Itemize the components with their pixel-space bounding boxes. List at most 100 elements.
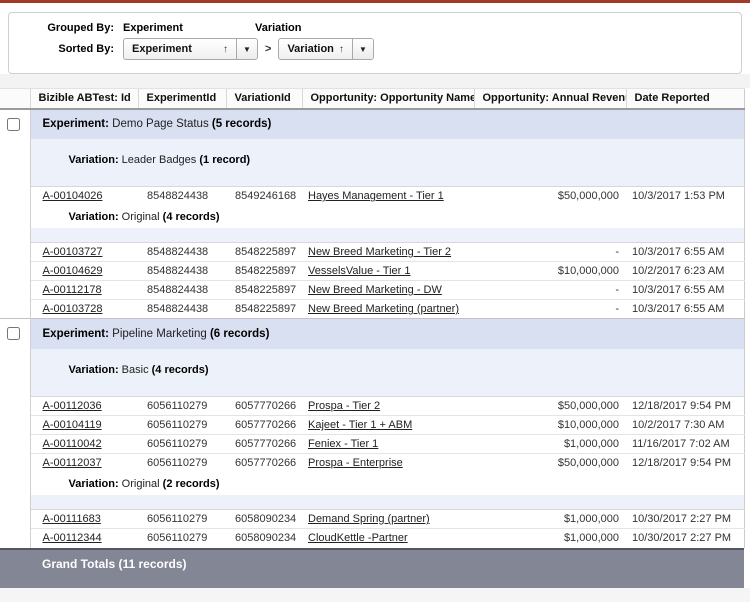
annual-revenue-cell: $1,000,000 (474, 510, 626, 529)
abtest-id-link[interactable]: A-00112344 (43, 532, 102, 544)
abtest-id-link[interactable]: A-00103727 (43, 246, 103, 258)
opportunity-name-link[interactable]: New Breed Marketing (partner) (308, 303, 459, 315)
opportunity-name-link[interactable]: Feniex - Tier 1 (308, 438, 378, 450)
record-row: A-0011004260561102796057770266Feniex - T… (0, 435, 744, 454)
group-record-count: (2 records) (163, 478, 220, 490)
opportunity-name-link[interactable]: CloudKettle -Partner (308, 532, 408, 544)
group-label-name: Basic (119, 364, 152, 376)
column-header-abtest-id[interactable]: Bizible ABTest: Id (30, 89, 138, 109)
abtest-id-link[interactable]: A-00112178 (43, 284, 102, 296)
record-row: A-0010372785488244388548225897New Breed … (0, 243, 744, 262)
sort-dropdown-variation-button[interactable]: Variation ↑ (279, 39, 351, 59)
opportunity-name-link[interactable]: New Breed Marketing - DW (308, 284, 442, 296)
date-reported-cell: 12/18/2017 9:54 PM (626, 454, 744, 473)
column-header-experiment-id[interactable]: ExperimentId (138, 89, 226, 109)
group-record-count: (5 records) (212, 118, 271, 130)
opportunity-name-link[interactable]: Kajeet - Tier 1 + ABM (308, 419, 412, 431)
record-row: A-0010372885488244388548225897New Breed … (0, 300, 744, 319)
opportunity-name-cell: Feniex - Tier 1 (302, 435, 474, 454)
checkbox-column-cell (0, 139, 30, 149)
sort-ascending-icon: ↑ (223, 44, 228, 55)
spacer-fill (30, 349, 744, 359)
group-spacer-row (0, 349, 744, 359)
grouped-by-field-2: Variation (255, 22, 301, 34)
opportunity-name-link[interactable]: Demand Spring (partner) (308, 513, 430, 525)
abtest-id-link[interactable]: A-00111683 (43, 513, 101, 525)
report-table: Bizible ABTest: Id ExperimentId Variatio… (0, 88, 745, 548)
checkbox-column-cell (0, 454, 30, 473)
variation-group-label: Variation: Original (4 records) (30, 206, 744, 228)
checkbox-column-cell (0, 349, 30, 359)
group-label-prefix: Variation: (69, 364, 119, 376)
opportunity-name-cell: New Breed Marketing - Tier 2 (302, 243, 474, 262)
opportunity-name-cell: Prospa - Tier 2 (302, 397, 474, 416)
abtest-id-link[interactable]: A-00104119 (43, 419, 102, 431)
group-label-prefix: Experiment: (43, 328, 109, 340)
annual-revenue-cell: - (474, 243, 626, 262)
checkbox-column-cell (0, 281, 30, 300)
sort-dropdown-experiment-button[interactable]: Experiment ↑ (124, 39, 236, 59)
abtest-id-cell: A-00104119 (30, 416, 138, 435)
experiment-id-cell: 6056110279 (138, 510, 226, 529)
group-label-name: Original (119, 478, 163, 490)
opportunity-name-cell: Kajeet - Tier 1 + ABM (302, 416, 474, 435)
experiment-group-row: Experiment: Pipeline Marketing (6 record… (0, 319, 744, 349)
top-accent-bar (0, 0, 750, 3)
opportunity-name-link[interactable]: Prospa - Enterprise (308, 457, 403, 469)
opportunity-name-link[interactable]: VesselsValue - Tier 1 (308, 265, 411, 277)
date-reported-cell: 10/2/2017 7:30 AM (626, 416, 744, 435)
opportunity-name-link[interactable]: New Breed Marketing - Tier 2 (308, 246, 451, 258)
group-spacer-row (0, 495, 744, 510)
abtest-id-link[interactable]: A-00112036 (43, 400, 102, 412)
experiment-id-cell: 6056110279 (138, 529, 226, 548)
date-reported-cell: 10/30/2017 2:27 PM (626, 529, 744, 548)
group-select-checkbox[interactable] (7, 118, 20, 131)
date-reported-cell: 12/18/2017 9:54 PM (626, 397, 744, 416)
date-reported-cell: 10/3/2017 1:53 PM (626, 187, 744, 206)
checkbox-column-cell (0, 473, 30, 495)
opportunity-name-cell: Hayes Management - Tier 1 (302, 187, 474, 206)
opportunity-name-cell: VesselsValue - Tier 1 (302, 262, 474, 281)
checkbox-column-cell (0, 149, 30, 171)
group-record-count: (4 records) (163, 211, 220, 223)
group-record-count: (6 records) (210, 328, 269, 340)
abtest-id-link[interactable]: A-00112037 (43, 457, 102, 469)
experiment-id-cell: 6056110279 (138, 397, 226, 416)
grand-totals-bar: Grand Totals (11 records) (0, 548, 744, 588)
variation-id-cell: 8548225897 (226, 243, 302, 262)
abtest-id-link[interactable]: A-00110042 (43, 438, 102, 450)
variation-id-cell: 8548225897 (226, 262, 302, 281)
date-reported-cell: 11/16/2017 7:02 AM (626, 435, 744, 454)
checkbox-column-cell (0, 319, 30, 349)
column-header-opportunity-name[interactable]: Opportunity: Opportunity Name (302, 89, 474, 109)
sort-dropdown-variation[interactable]: Variation ↑ ▼ (278, 38, 373, 60)
abtest-id-link[interactable]: A-00103728 (43, 303, 103, 315)
variation-id-cell: 6057770266 (226, 416, 302, 435)
column-header-variation-id[interactable]: VariationId (226, 89, 302, 109)
grouped-by-label: Grouped By: (19, 22, 114, 34)
record-row: A-0011203760561102796057770266Prospa - E… (0, 454, 744, 473)
report-table-body: Experiment: Demo Page Status (5 records)… (0, 109, 744, 548)
chevron-down-icon[interactable]: ▼ (236, 39, 257, 59)
checkbox-column-cell (0, 435, 30, 454)
opportunity-name-link[interactable]: Prospa - Tier 2 (308, 400, 380, 412)
abtest-id-link[interactable]: A-00104629 (43, 265, 103, 277)
opportunity-name-cell: New Breed Marketing - DW (302, 281, 474, 300)
checkbox-column-cell (0, 359, 30, 381)
checkbox-column-cell (0, 228, 30, 243)
experiment-id-cell: 8548824438 (138, 300, 226, 319)
annual-revenue-cell: $10,000,000 (474, 262, 626, 281)
variation-id-cell: 6057770266 (226, 454, 302, 473)
column-header-date-reported[interactable]: Date Reported (626, 89, 744, 109)
date-reported-cell: 10/3/2017 6:55 AM (626, 243, 744, 262)
column-header-annual-revenue[interactable]: Opportunity: Annual Revenue (474, 89, 626, 109)
checkbox-column-cell (0, 171, 30, 187)
sort-dropdown-experiment[interactable]: Experiment ↑ ▼ (123, 38, 258, 60)
group-select-checkbox[interactable] (7, 327, 20, 340)
abtest-id-link[interactable]: A-00104026 (43, 190, 103, 202)
abtest-id-cell: A-00112036 (30, 397, 138, 416)
abtest-id-cell: A-00103727 (30, 243, 138, 262)
opportunity-name-link[interactable]: Hayes Management - Tier 1 (308, 190, 444, 202)
chevron-down-icon[interactable]: ▼ (352, 39, 373, 59)
date-reported-cell: 10/3/2017 6:55 AM (626, 300, 744, 319)
